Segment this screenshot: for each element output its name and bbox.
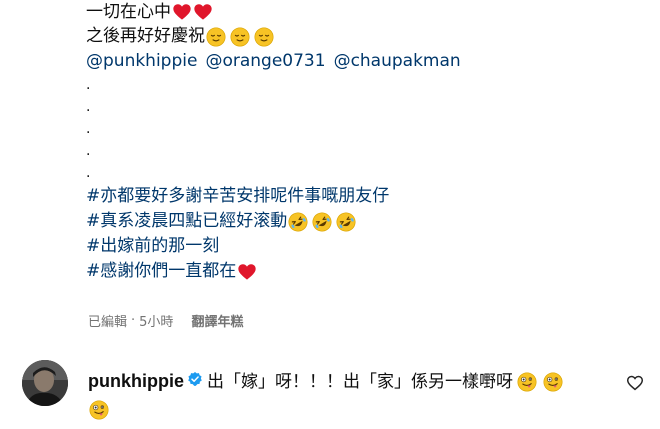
like-heart-icon[interactable] xyxy=(626,374,644,396)
caption-dot: . xyxy=(86,165,91,181)
relieved-face-icon xyxy=(230,27,250,47)
caption-hashtag-line-2: #真系凌晨四點已經好滚動 xyxy=(86,209,646,234)
comment-body: punkhippie 出「嫁」呀！！！出「家」係另一樣嘢呀 xyxy=(88,367,608,424)
caption-text-1: 一切在心中 xyxy=(86,1,171,22)
hashtag-link[interactable]: #感謝你們一直都在 xyxy=(86,259,236,284)
mention-link[interactable]: @orange0731 xyxy=(205,49,325,74)
caption-line-1: 一切在心中 xyxy=(86,0,646,24)
rolling-laughing-icon xyxy=(336,212,356,232)
caption-hashtag-line-4: #感謝你們一直都在 xyxy=(86,259,646,284)
verified-badge-icon xyxy=(187,368,203,396)
caption-dot: . xyxy=(86,77,91,93)
relieved-face-icon xyxy=(254,27,274,47)
mention-link[interactable]: @punkhippie xyxy=(86,49,197,74)
relieved-face-icon xyxy=(206,27,226,47)
edited-label: 已編輯 xyxy=(88,315,128,330)
rolling-laughing-icon xyxy=(288,212,308,232)
mention-link[interactable]: @chaupakman xyxy=(334,49,461,74)
post-caption: 一切在心中 之後再好好慶祝 @punkhippie @orange0731 @c… xyxy=(86,0,646,284)
avatar[interactable] xyxy=(22,360,68,406)
zany-face-icon xyxy=(89,400,109,420)
caption-text-2: 之後再好好慶祝 xyxy=(86,26,205,46)
hashtag-link[interactable]: #真系凌晨四點已經好滚動 xyxy=(86,209,287,234)
translate-button[interactable]: 翻譯年糕 xyxy=(191,311,243,330)
caption-dot: . xyxy=(86,121,91,137)
caption-line-2: 之後再好好慶祝 xyxy=(86,24,646,49)
rolling-laughing-icon xyxy=(312,212,332,232)
zany-face-icon xyxy=(517,372,537,392)
caption-mentions: @punkhippie @orange0731 @chaupakman xyxy=(86,49,646,74)
heart-emoji-icon xyxy=(172,2,192,22)
post-meta: 已編輯 · 5小時 翻譯年糕 xyxy=(88,311,243,330)
heart-emoji-icon xyxy=(237,262,257,282)
heart-emoji-icon xyxy=(193,2,213,22)
comment-username[interactable]: punkhippie xyxy=(88,371,184,391)
zany-face-icon xyxy=(543,372,563,392)
hashtag-link[interactable]: #出嫁前的那一刻 xyxy=(86,234,219,259)
hashtag-link[interactable]: #亦都要好多謝辛苦安排呢件事嘅朋友仔 xyxy=(86,184,389,209)
caption-dot: . xyxy=(86,143,91,159)
comment-text: 出「嫁」呀！！！出「家」係另一樣嘢呀 xyxy=(207,372,513,392)
post-time[interactable]: 5小時 xyxy=(139,311,173,330)
caption-dot: . xyxy=(86,99,91,115)
caption-hashtag-line-1: #亦都要好多謝辛苦安排呢件事嘅朋友仔 xyxy=(86,184,646,209)
meta-separator: · xyxy=(131,313,136,328)
caption-hashtag-line-3: #出嫁前的那一刻 xyxy=(86,234,646,259)
